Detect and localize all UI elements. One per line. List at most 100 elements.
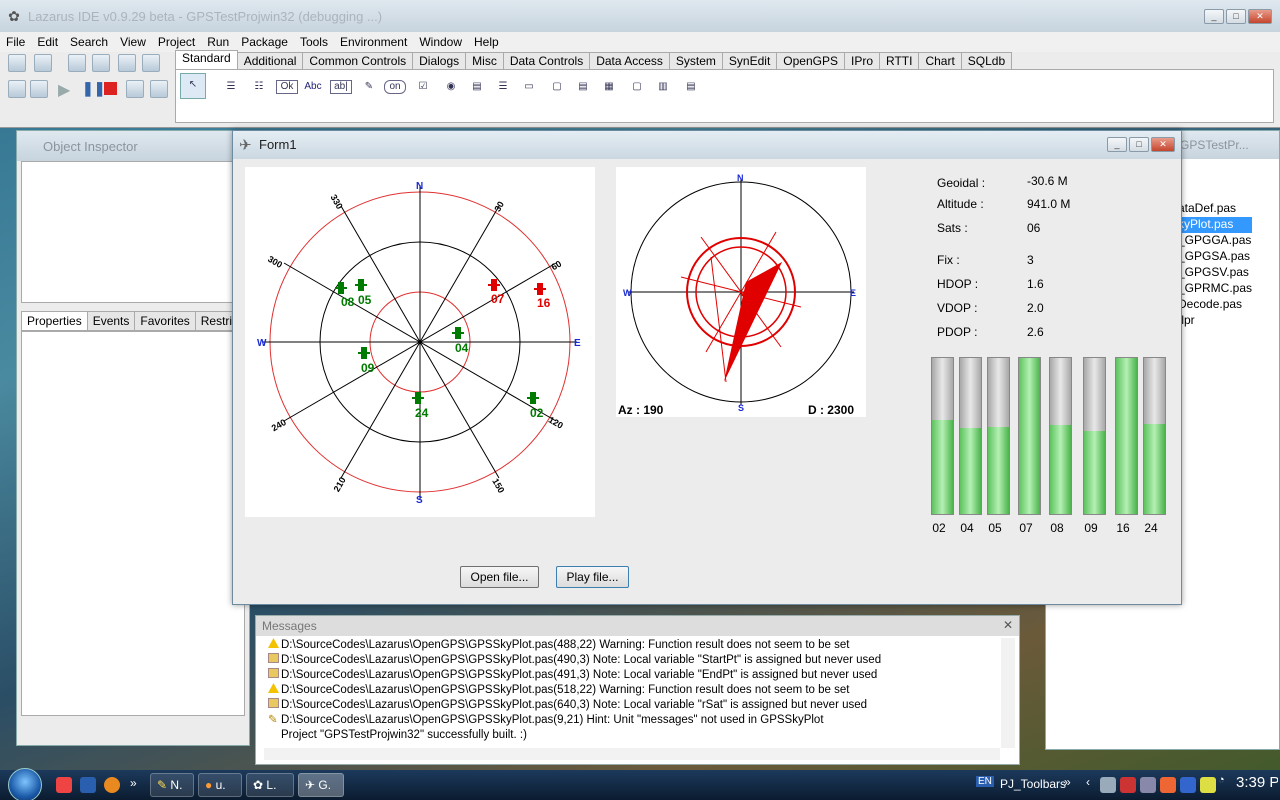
messages-title[interactable]: Messages: [256, 616, 1019, 636]
play-file-button[interactable]: Play file...: [556, 566, 629, 588]
radiobutton-icon[interactable]: ◉: [440, 76, 462, 98]
form1-title-bar[interactable]: ✈ Form1: [233, 131, 1181, 159]
message-line[interactable]: D:\SourceCodes\Lazarus\OpenGPS\GPSSkyPlo…: [268, 683, 1003, 698]
toolbar-label[interactable]: PJ_Toolbars: [1000, 777, 1066, 791]
tab-data-access[interactable]: Data Access: [589, 52, 670, 70]
close-button[interactable]: ✕: [1151, 137, 1175, 152]
pointer-icon[interactable]: ↖: [180, 73, 206, 99]
file-item[interactable]: .lpr: [1178, 313, 1252, 329]
save-icon[interactable]: [68, 54, 86, 72]
tab-misc[interactable]: Misc: [465, 52, 504, 70]
open-file-button[interactable]: Open file...: [460, 566, 539, 588]
taskbar-item[interactable]: ✿ L.: [246, 773, 294, 797]
menu-package[interactable]: Package: [235, 35, 294, 49]
message-line[interactable]: D:\SourceCodes\Lazarus\OpenGPS\GPSSkyPlo…: [268, 698, 1003, 713]
file-item-selected[interactable]: kyPlot.pas: [1178, 217, 1253, 233]
more-icon[interactable]: »: [130, 776, 137, 790]
file-item[interactable]: _GPGSA.pas: [1178, 249, 1252, 265]
popupmenu-icon[interactable]: ☷: [248, 76, 270, 98]
label-component-icon[interactable]: Abc: [302, 76, 324, 98]
actionlist-icon[interactable]: ▤: [680, 76, 702, 98]
message-line[interactable]: D:\SourceCodes\Lazarus\OpenGPS\GPSSkyPlo…: [268, 653, 1003, 668]
mainmenu-icon[interactable]: ☰: [220, 76, 242, 98]
network-icon[interactable]: [1100, 777, 1116, 793]
view-units-icon[interactable]: [8, 80, 26, 98]
menu-edit[interactable]: Edit: [31, 35, 64, 49]
combobox-icon[interactable]: ☰: [492, 76, 514, 98]
menu-tools[interactable]: Tools: [294, 35, 334, 49]
menu-project[interactable]: Project: [152, 35, 201, 49]
maximize-button[interactable]: □: [1226, 9, 1246, 24]
tab-events[interactable]: Events: [86, 311, 136, 331]
menu-environment[interactable]: Environment: [334, 35, 413, 49]
groupbox-icon[interactable]: ▢: [546, 76, 568, 98]
save-icon[interactable]: [80, 777, 96, 793]
tab-dialogs[interactable]: Dialogs: [412, 52, 467, 70]
run-icon[interactable]: ▶: [58, 80, 70, 100]
view-forms-icon[interactable]: [30, 80, 48, 98]
file-item[interactable]: _GPRMC.pas: [1178, 281, 1252, 297]
opera-icon[interactable]: [56, 777, 72, 793]
close-icon[interactable]: ✕: [1003, 618, 1013, 632]
file-item[interactable]: _GPGGA.pas: [1178, 233, 1252, 249]
message-line[interactable]: D:\SourceCodes\Lazarus\OpenGPS\GPSSkyPlo…: [268, 638, 1003, 653]
bluetooth-icon[interactable]: [1180, 777, 1196, 793]
tab-favorites[interactable]: Favorites: [134, 311, 196, 331]
message-line[interactable]: D:\SourceCodes\Lazarus\OpenGPS\GPSSkyPlo…: [268, 668, 1003, 683]
menu-view[interactable]: View: [114, 35, 152, 49]
tab-additional[interactable]: Additional: [236, 52, 304, 70]
wifi-icon[interactable]: ◔: [1218, 774, 1225, 786]
new-form-icon[interactable]: [118, 54, 136, 72]
firefox-icon[interactable]: [104, 777, 120, 793]
step-into-icon[interactable]: [126, 80, 144, 98]
panel-icon[interactable]: ▢: [626, 76, 648, 98]
toggle-form-icon[interactable]: [142, 54, 160, 72]
open-icon[interactable]: [34, 54, 52, 72]
pause-icon[interactable]: ❚❚: [82, 80, 105, 97]
tab-system[interactable]: System: [668, 52, 723, 70]
minimize-button[interactable]: _: [1204, 9, 1224, 24]
tray-app-icon[interactable]: [1120, 777, 1136, 793]
frame-icon[interactable]: ▥: [652, 76, 674, 98]
vertical-scrollbar[interactable]: [1001, 638, 1015, 748]
maximize-button[interactable]: □: [1129, 137, 1149, 152]
radiogroup-icon[interactable]: ▤: [572, 76, 594, 98]
tab-synedit[interactable]: SynEdit: [721, 52, 778, 70]
tab-data-controls[interactable]: Data Controls: [502, 52, 591, 70]
tab-ipro[interactable]: IPro: [843, 52, 880, 70]
tab-opengps[interactable]: OpenGPS: [776, 52, 845, 70]
start-button[interactable]: [8, 768, 42, 800]
listbox-icon[interactable]: ▤: [466, 76, 488, 98]
message-line[interactable]: Project "GPSTestProjwin32" successfully …: [268, 728, 1003, 743]
tab-common-controls[interactable]: Common Controls: [302, 52, 414, 70]
scrollbar-icon[interactable]: ▭: [518, 76, 540, 98]
file-item[interactable]: Decode.pas: [1178, 297, 1252, 313]
tab-rtti[interactable]: RTTI: [879, 52, 920, 70]
taskbar-item[interactable]: ● u.: [198, 773, 242, 797]
message-line[interactable]: ✎ D:\SourceCodes\Lazarus\OpenGPS\GPSSkyPl…: [268, 713, 1003, 728]
tray-app-icon[interactable]: [1140, 777, 1156, 793]
taskbar-item-active[interactable]: ✈ G.: [298, 773, 344, 797]
ide-title-bar[interactable]: ✿ Lazarus IDE v0.9.29 beta - GPSTestProj…: [0, 0, 1280, 32]
tab-chart[interactable]: Chart: [918, 52, 962, 70]
togglebox-icon[interactable]: on: [384, 80, 406, 94]
memo-icon[interactable]: ✎: [358, 76, 380, 98]
tab-properties[interactable]: Properties: [21, 311, 88, 331]
taskbar-item[interactable]: ✎ N.: [150, 773, 194, 797]
minimize-button[interactable]: _: [1107, 137, 1127, 152]
horizontal-scrollbar[interactable]: [264, 748, 1000, 760]
file-item[interactable]: _GPGSV.pas: [1178, 265, 1252, 281]
save-all-icon[interactable]: [92, 54, 110, 72]
tab-standard[interactable]: Standard: [175, 50, 238, 70]
menu-help[interactable]: Help: [468, 35, 505, 49]
chevron-left-icon[interactable]: ‹: [1086, 775, 1090, 789]
property-grid[interactable]: [21, 331, 245, 716]
menu-search[interactable]: Search: [64, 35, 114, 49]
stop-icon[interactable]: [104, 82, 117, 95]
checkbox-icon[interactable]: ☑: [412, 76, 434, 98]
new-unit-icon[interactable]: [8, 54, 26, 72]
tray-app-icon[interactable]: [1160, 777, 1176, 793]
file-item[interactable]: ataDef.pas: [1178, 201, 1252, 217]
checkgroup-icon[interactable]: ▦: [598, 76, 620, 98]
menu-file[interactable]: File: [0, 35, 31, 49]
